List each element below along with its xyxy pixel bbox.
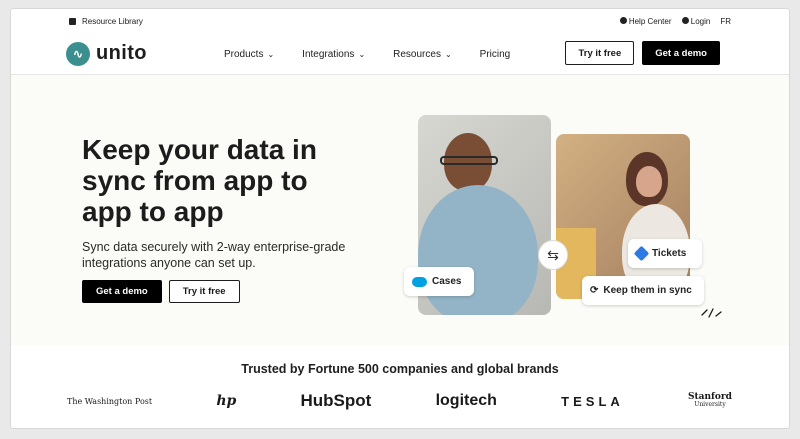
top-utility-bar: Resource Library Help Center Login FR — [11, 9, 789, 33]
logo-text: unito — [96, 42, 147, 64]
sync-arrows-icon: ⇆ — [538, 240, 568, 270]
unito-logo[interactable]: ∿ unito — [66, 41, 147, 66]
utility-links: Help Center Login FR — [619, 16, 731, 26]
chevron-down-icon: ⌄ — [444, 49, 452, 59]
nav-actions: Try it free Get a demo — [565, 41, 720, 65]
help-center-label: Help Center — [628, 16, 672, 26]
chevron-down-icon: ⌄ — [358, 49, 366, 59]
try-free-button[interactable]: Try it free — [565, 41, 635, 65]
language-switch[interactable]: FR — [720, 17, 731, 26]
salesforce-icon — [412, 276, 427, 287]
unito-logo-mark: ∿ — [66, 41, 90, 66]
cases-label: Cases — [432, 276, 462, 287]
hp-logo: hp — [216, 393, 237, 409]
hero-demo-button[interactable]: Get a demo — [82, 280, 162, 303]
nav-resources[interactable]: Resources ⌄ — [393, 49, 452, 60]
nav-resources-label: Resources — [393, 48, 441, 60]
nav-integrations[interactable]: Integrations ⌄ — [302, 49, 365, 60]
stanford-university: University — [694, 401, 726, 408]
tickets-badge: Tickets — [628, 239, 702, 268]
brand-logos: The Washington Post hp HubSpot logitech … — [67, 391, 732, 411]
washington-post-logo: The Washington Post — [67, 396, 153, 406]
keep-sync-label: Keep them in sync — [603, 285, 692, 296]
user-icon — [681, 16, 689, 24]
login-label: Login — [690, 16, 711, 26]
nav-menu: Products ⌄ Integrations ⌄ Resources ⌄ Prici… — [224, 33, 510, 75]
hero-subtitle: Sync data securely with 2-way enterprise… — [82, 240, 346, 270]
glasses-icon — [440, 156, 498, 165]
login-link[interactable]: Login — [681, 16, 711, 26]
jira-icon — [633, 245, 650, 262]
stanford-logo: Stanford University — [688, 393, 732, 409]
browser-page: Resource Library Help Center Login FR ∿ … — [10, 8, 790, 429]
tickets-label: Tickets — [652, 248, 687, 259]
woman-photo — [556, 134, 690, 299]
logitech-logo: logitech — [435, 392, 497, 409]
keep-sync-badge: ⟳ Keep them in sync — [582, 276, 704, 305]
nav-integrations-label: Integrations — [302, 48, 355, 60]
refresh-icon: ⟳ — [590, 285, 599, 296]
help-center-link[interactable]: Help Center — [619, 16, 672, 26]
nav-products-label: Products — [224, 48, 264, 60]
trusted-heading: Trusted by Fortune 500 companies and glo… — [241, 362, 559, 376]
resource-library-link[interactable]: Resource Library — [69, 17, 143, 26]
nav-pricing[interactable]: Pricing — [480, 49, 511, 60]
cases-badge: Cases — [404, 267, 474, 296]
resource-library-label: Resource Library — [82, 16, 143, 26]
hero-title: Keep your data in sync from app to app t… — [82, 134, 317, 227]
woman-face — [636, 166, 662, 197]
hubspot-logo: HubSpot — [300, 391, 372, 410]
hero-actions: Get a demo Try it free — [82, 280, 240, 303]
nav-products[interactable]: Products ⌄ — [224, 49, 274, 60]
book-icon — [69, 17, 76, 25]
main-navigation: ∿ unito Products ⌄ Integrations ⌄ Resource… — [11, 33, 789, 75]
chevron-down-icon: ⌄ — [267, 49, 275, 59]
spark-lines-icon — [701, 308, 722, 318]
hero-try-button[interactable]: Try it free — [168, 280, 240, 303]
question-icon — [619, 16, 627, 24]
get-demo-button[interactable]: Get a demo — [642, 41, 720, 65]
tesla-logo: TESLA — [561, 393, 624, 409]
